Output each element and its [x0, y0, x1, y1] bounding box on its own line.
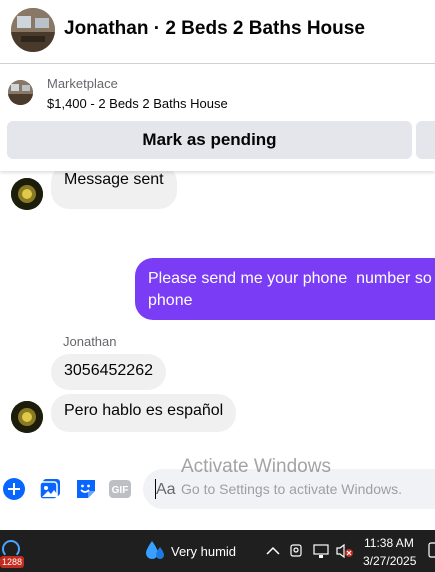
network-icon[interactable] — [313, 543, 331, 564]
camera-icon[interactable] — [290, 543, 304, 564]
sender-avatar[interactable] — [11, 178, 43, 210]
clock-date[interactable]: 3/27/2025 — [363, 554, 416, 568]
sender-avatar[interactable] — [11, 401, 43, 433]
message-bubble-incoming[interactable]: 3056452262 — [51, 354, 166, 390]
windows-taskbar: 1288 Very humid 11:38 AM 3/27/2025 — [0, 530, 435, 572]
listing-title[interactable]: $1,400 - 2 Beds 2 Baths House — [47, 96, 228, 111]
activate-windows-watermark: Activate Windows — [181, 456, 331, 477]
message-input-placeholder: Aa — [156, 481, 176, 498]
marketplace-label: Marketplace — [47, 76, 118, 91]
photo-icon[interactable] — [38, 477, 62, 501]
chat-header: Jonathan · 2 Beds 2 Baths House — [0, 0, 435, 64]
notification-badge: 1288 — [0, 556, 25, 568]
activate-windows-hint: Go to Settings to activate Windows. — [181, 481, 402, 497]
listing-thumbnail[interactable] — [8, 80, 33, 105]
message-bubble-outgoing[interactable]: Please send me your phone number so phon… — [135, 258, 435, 320]
marketplace-listing-card: Marketplace $1,400 - 2 Beds 2 Baths Hous… — [0, 65, 435, 171]
weather-status[interactable]: Very humid — [171, 544, 236, 559]
volume-muted-icon[interactable] — [336, 543, 354, 564]
conversation-title[interactable]: Jonathan · 2 Beds 2 Baths House — [64, 18, 365, 40]
sticker-icon[interactable] — [74, 477, 98, 501]
clock-time[interactable]: 11:38 AM — [364, 536, 414, 550]
add-circle-icon[interactable] — [2, 477, 26, 501]
sender-name: Jonathan — [63, 334, 117, 349]
mark-as-pending-button[interactable]: Mark as pending — [7, 121, 412, 159]
weather-droplet-icon[interactable] — [145, 539, 165, 568]
secondary-action-button[interactable] — [416, 121, 435, 159]
message-bubble-incoming[interactable]: Pero hablo es español — [51, 394, 237, 432]
messenger-window: Jonathan · 2 Beds 2 Baths House Marketpl… — [0, 0, 435, 572]
chevron-up-icon[interactable] — [266, 544, 280, 562]
notification-center-icon[interactable] — [428, 542, 435, 563]
gif-icon[interactable]: GIF — [108, 477, 132, 501]
gif-label: GIF — [112, 485, 129, 496]
listing-avatar[interactable] — [11, 8, 55, 52]
